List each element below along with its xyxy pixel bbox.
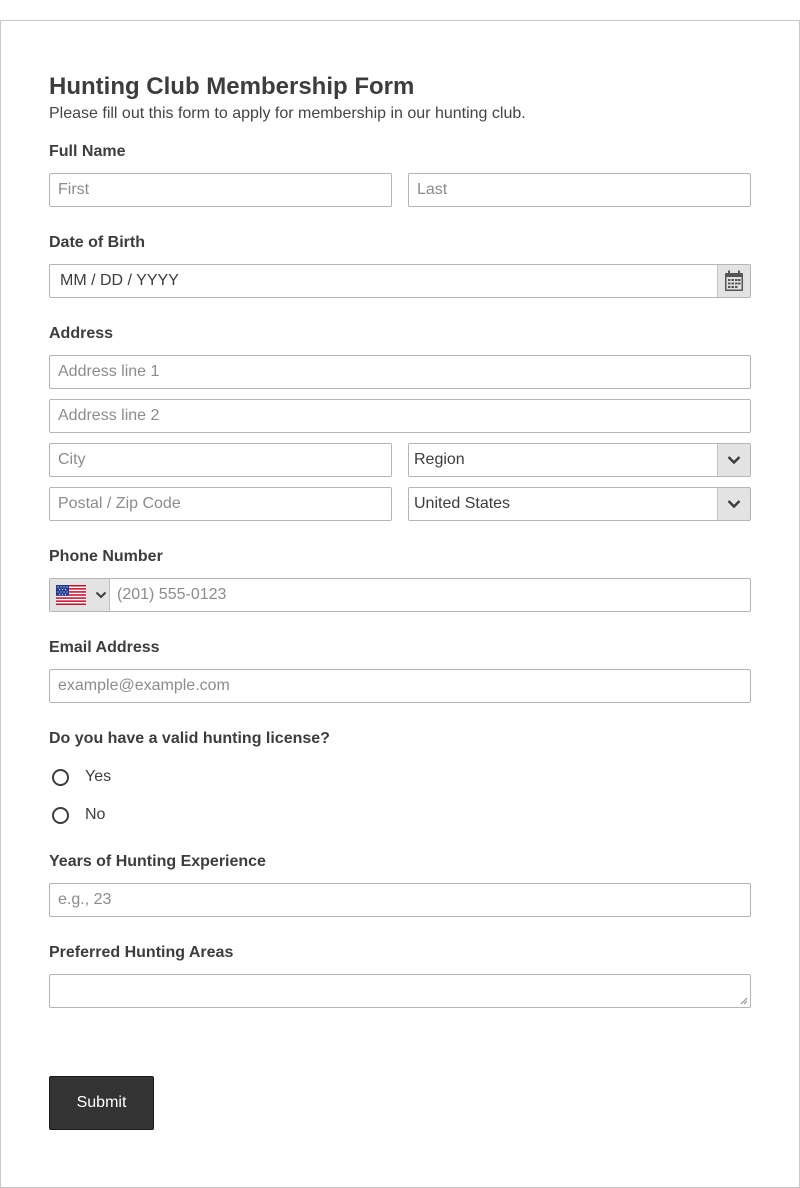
first-name-input[interactable]: First: [49, 173, 392, 207]
region-dropdown-button[interactable]: [717, 444, 750, 476]
form-title: Hunting Club Membership Form: [49, 73, 415, 100]
form-card: Hunting Club Membership Form Please fill…: [0, 20, 800, 1188]
region-value: Region: [414, 451, 465, 468]
hunting-areas-textarea[interactable]: [49, 974, 751, 1008]
postal-code-input[interactable]: Postal / Zip Code: [49, 487, 392, 521]
phone-input[interactable]: (201) 555-0123: [49, 578, 751, 612]
dob-placeholder: MM / DD / YYYY: [60, 272, 179, 289]
chevron-down-icon: [727, 456, 741, 465]
phone-label: Phone Number: [49, 548, 163, 565]
license-question: Do you have a valid hunting license?: [49, 730, 330, 747]
calendar-icon: [725, 270, 743, 291]
license-option-no-label: No: [85, 806, 106, 823]
experience-label: Years of Hunting Experience: [49, 853, 266, 870]
phone-placeholder: (201) 555-0123: [117, 586, 227, 603]
email-label: Email Address: [49, 639, 160, 656]
license-option-yes-label: Yes: [85, 768, 112, 785]
last-name-input[interactable]: Last: [408, 173, 751, 207]
address-line1-input[interactable]: Address line 1: [49, 355, 751, 389]
address-label: Address: [49, 325, 114, 342]
country-select[interactable]: United States: [408, 487, 751, 521]
license-option-no[interactable]: No: [49, 806, 105, 824]
calendar-button[interactable]: [717, 265, 750, 297]
submit-label: Submit: [76, 1094, 127, 1111]
submit-button[interactable]: Submit: [49, 1076, 154, 1130]
postal-code-placeholder: Postal / Zip Code: [58, 495, 181, 512]
country-code-selector[interactable]: [50, 579, 110, 611]
region-select[interactable]: Region: [408, 443, 751, 477]
first-name-placeholder: First: [58, 181, 90, 198]
country-value: United States: [414, 495, 511, 512]
chevron-down-icon: [95, 591, 107, 599]
address-line2-placeholder: Address line 2: [58, 407, 160, 424]
full-name-label: Full Name: [49, 143, 126, 160]
city-input[interactable]: City: [49, 443, 392, 477]
experience-placeholder: e.g., 23: [58, 891, 112, 908]
last-name-placeholder: Last: [417, 181, 448, 198]
license-option-yes[interactable]: Yes: [49, 768, 111, 786]
email-input[interactable]: example@example.com: [49, 669, 751, 703]
us-flag-icon: [56, 585, 86, 605]
dob-label: Date of Birth: [49, 234, 145, 251]
experience-input[interactable]: e.g., 23: [49, 883, 751, 917]
radio-button[interactable]: [52, 806, 69, 824]
country-dropdown-button[interactable]: [717, 488, 750, 520]
chevron-down-icon: [727, 500, 741, 509]
city-placeholder: City: [58, 451, 86, 468]
address-line2-input[interactable]: Address line 2: [49, 399, 751, 433]
email-placeholder: example@example.com: [58, 677, 230, 694]
address-line1-placeholder: Address line 1: [58, 363, 160, 380]
hunting-areas-label: Preferred Hunting Areas: [49, 944, 234, 961]
form-description: Please fill out this form to apply for m…: [49, 105, 526, 122]
dob-input[interactable]: MM / DD / YYYY: [49, 264, 751, 298]
radio-button[interactable]: [52, 768, 69, 786]
resize-handle-icon[interactable]: [740, 997, 748, 1005]
